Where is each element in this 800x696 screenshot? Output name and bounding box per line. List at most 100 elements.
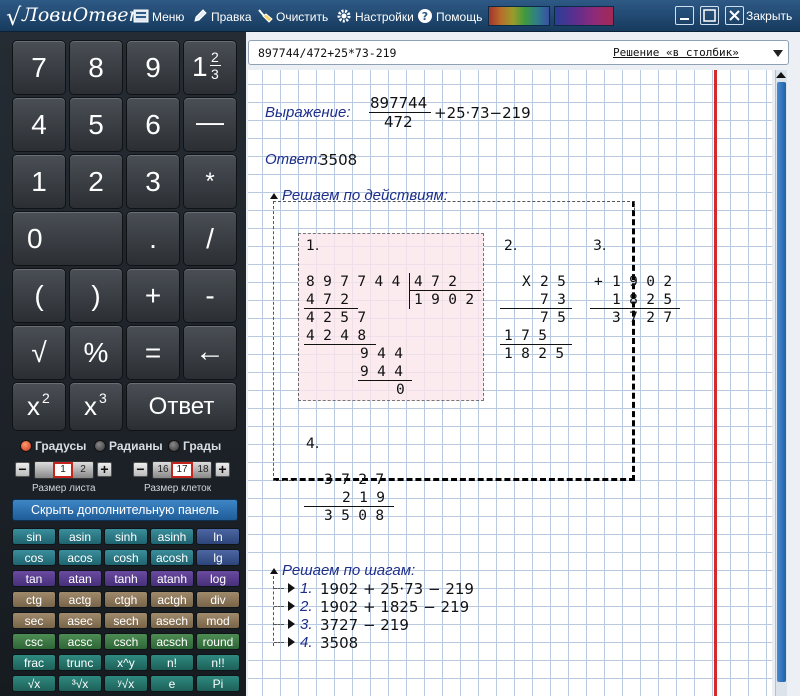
fn-key[interactable]: atanh [150,570,194,587]
radio-grads[interactable]: Грады [168,440,221,452]
fn-key[interactable]: tanh [104,570,148,587]
fn-key[interactable]: acsch [150,633,194,650]
radio-radians[interactable]: Радианы [94,440,163,452]
fn-key[interactable]: ctgh [104,591,148,608]
fn-key[interactable]: atan [58,570,102,587]
fn-key[interactable]: asec [58,612,102,629]
expand-icon[interactable] [288,637,295,647]
solution-mode-select[interactable]: Решение «в столбик» [613,46,739,59]
color-gradient-swatch[interactable] [488,6,550,26]
key-fraction-bar[interactable]: — [183,97,237,152]
key-minus[interactable]: - [183,268,237,323]
fn-key[interactable]: e [150,675,194,692]
fn-key[interactable]: ³√x [58,675,102,692]
key-cube[interactable]: x 3 [69,382,123,431]
fn-key[interactable]: sech [104,612,148,629]
key-sqrt[interactable]: √ [12,325,66,380]
fn-key[interactable]: mod [196,612,240,629]
fn-key[interactable]: actg [58,591,102,608]
fn-key[interactable]: ctg [12,591,56,608]
expression-text[interactable]: 897744/472+25*73-219 [258,46,396,60]
fn-key[interactable]: ln [196,528,240,545]
maximize-button[interactable] [700,6,719,25]
step-number[interactable]: 2. [300,598,313,615]
key-8[interactable]: 8 [69,40,123,95]
edit-button[interactable]: Правка [189,5,252,27]
close-button[interactable] [725,6,744,25]
key-open-paren[interactable]: ( [12,268,66,323]
fn-key[interactable]: acos [58,549,102,566]
key-5[interactable]: 5 [69,97,123,152]
key-3[interactable]: 3 [126,154,180,209]
fn-key[interactable]: actgh [150,591,194,608]
key-close-paren[interactable]: ) [69,268,123,323]
key-percent[interactable]: % [69,325,123,380]
step-text[interactable]: 1902 + 1825 − 219 [320,598,469,616]
expand-icon[interactable] [288,619,295,629]
fn-key[interactable]: asin [58,528,102,545]
fn-key[interactable]: x^y [104,654,148,671]
fn-key[interactable]: cos [12,549,56,566]
fn-key[interactable]: n!! [196,654,240,671]
answer-button[interactable]: Ответ [126,382,237,431]
key-9[interactable]: 9 [126,40,180,95]
key-backspace[interactable]: ← [183,325,237,380]
fn-key[interactable]: n! [150,654,194,671]
chevron-down-icon[interactable] [773,50,783,57]
fn-key[interactable]: Pi [196,675,240,692]
fn-key[interactable]: csc [12,633,56,650]
clear-button[interactable]: Очистить [254,5,331,27]
fn-key[interactable]: round [196,633,240,650]
help-button[interactable]: ? Помощь [414,5,484,27]
step-number[interactable]: 3. [300,616,313,633]
step-text[interactable]: 1902 + 25·73 − 219 [320,580,474,598]
key-square[interactable]: x 2 [12,382,66,431]
expand-icon[interactable] [288,583,295,593]
expression-input[interactable]: 897744/472+25*73-219 Решение «в столбик» [248,40,789,65]
cell-size-spinner[interactable]: 16 17 18 [152,461,212,479]
fn-key[interactable]: lg [196,549,240,566]
key-0[interactable]: 0 [12,211,123,266]
by-steps-label[interactable]: Решаем по шагам: [282,562,415,579]
step-text[interactable]: 3508 [320,634,358,652]
fn-key[interactable]: ʸ√x [104,675,148,692]
settings-button[interactable]: Настройки [333,5,414,27]
key-1[interactable]: 1 [12,154,66,209]
fn-key[interactable]: asech [150,612,194,629]
key-6[interactable]: 6 [126,97,180,152]
hide-extra-panel-button[interactable]: Скрыть дополнительную панель [12,499,238,521]
fn-key[interactable]: acosh [150,549,194,566]
menu-button[interactable]: Меню [130,5,186,27]
sheet-size-decrease[interactable]: − [15,462,30,477]
fn-key[interactable]: √x [12,675,56,692]
fn-key[interactable]: trunc [58,654,102,671]
fn-key[interactable]: asinh [150,528,194,545]
collapse-icon[interactable] [270,568,278,574]
fn-key[interactable]: tan [12,570,56,587]
key-multiply[interactable]: * [183,154,237,209]
key-2[interactable]: 2 [69,154,123,209]
key-plus[interactable]: + [126,268,180,323]
fn-key[interactable]: sinh [104,528,148,545]
key-equals[interactable]: = [126,325,180,380]
color-gradient-swatch-2[interactable] [554,6,614,26]
key-7[interactable]: 7 [12,40,66,95]
fn-key[interactable]: acsc [58,633,102,650]
expand-icon[interactable] [288,601,295,611]
key-mixed-fraction[interactable]: 1 2 3 [183,40,237,95]
fn-key[interactable]: log [196,570,240,587]
close-label[interactable]: Закрыть [746,5,792,27]
fn-key[interactable]: cosh [104,549,148,566]
cell-size-decrease[interactable]: − [133,462,148,477]
fn-key[interactable]: sin [12,528,56,545]
fn-key[interactable]: sec [12,612,56,629]
scroll-up-icon[interactable] [776,72,786,78]
minimize-button[interactable] [675,6,694,25]
collapse-icon[interactable] [270,193,278,199]
fn-key[interactable]: frac [12,654,56,671]
key-decimal[interactable]: . [126,211,180,266]
sheet-size-increase[interactable]: + [97,462,112,477]
key-divide[interactable]: / [183,211,237,266]
step-number[interactable]: 1. [300,580,313,597]
radio-degrees[interactable]: Градусы [20,440,86,452]
